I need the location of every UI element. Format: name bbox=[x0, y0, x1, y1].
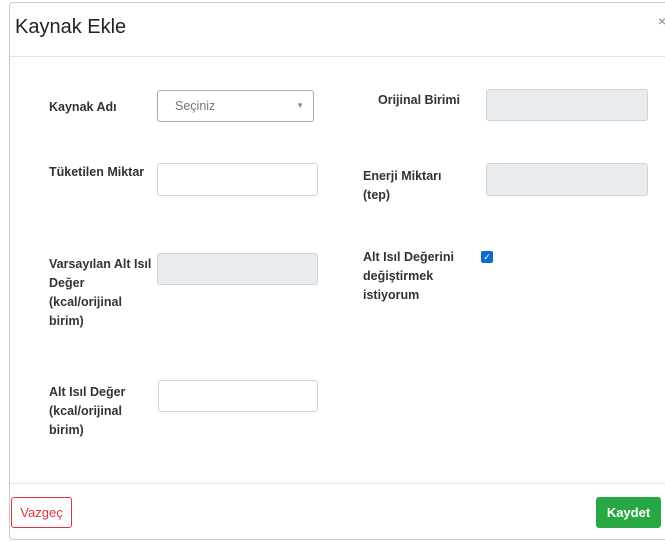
degistir-checkbox-label-line: değiştirmek bbox=[363, 269, 434, 283]
enerji-miktari-label-line: Enerji Miktarı bbox=[363, 169, 442, 183]
varsayilan-alt-isil-field bbox=[157, 253, 318, 285]
checkmark-icon: ✓ bbox=[483, 252, 491, 262]
tuketilen-miktar-label: Tüketilen Miktar bbox=[49, 165, 145, 179]
degistir-checkbox-label: Alt Isıl Değerini değiştirmek istiyorum bbox=[363, 248, 454, 305]
kaynak-adi-label: Kaynak Adı bbox=[49, 100, 117, 114]
varsayilan-alt-isil-label: Varsayılan Alt Isıl Değer (kcal/orijinal… bbox=[49, 255, 151, 331]
degistir-checkbox-label-line: Alt Isıl Değerini bbox=[363, 250, 454, 264]
modal-header: Kaynak Ekle × bbox=[10, 3, 665, 57]
varsayilan-alt-isil-label-line: Değer bbox=[49, 276, 85, 290]
enerji-miktari-label: Enerji Miktarı (tep) bbox=[363, 167, 442, 205]
alt-isil-deger-label-line: birim) bbox=[49, 423, 84, 437]
orijinal-birimi-field bbox=[486, 89, 648, 121]
chevron-down-icon: ▼ bbox=[296, 101, 304, 110]
modal-footer bbox=[10, 483, 665, 542]
degistir-checkbox[interactable]: ✓ bbox=[481, 251, 493, 263]
varsayilan-alt-isil-label-line: (kcal/orijinal bbox=[49, 295, 122, 309]
alt-isil-deger-label-line: Alt Isıl Değer bbox=[49, 385, 126, 399]
orijinal-birimi-label: Orijinal Birimi bbox=[378, 93, 460, 107]
alt-isil-deger-label: Alt Isıl Değer (kcal/orijinal birim) bbox=[49, 383, 125, 440]
alt-isil-deger-field[interactable] bbox=[158, 380, 318, 412]
varsayilan-alt-isil-label-line: Varsayılan Alt Isıl bbox=[49, 257, 152, 271]
kaynak-adi-select-value: Seçiniz bbox=[175, 99, 216, 113]
kaynak-adi-select[interactable]: Seçiniz ▼ bbox=[157, 90, 314, 122]
varsayilan-alt-isil-label-line: birim) bbox=[49, 314, 84, 328]
tuketilen-miktar-field[interactable] bbox=[157, 163, 318, 196]
close-icon[interactable]: × bbox=[658, 13, 665, 29]
alt-isil-deger-label-line: (kcal/orijinal bbox=[49, 404, 122, 418]
enerji-miktari-label-line: (tep) bbox=[363, 188, 391, 202]
enerji-miktari-field bbox=[486, 163, 648, 196]
modal-title: Kaynak Ekle bbox=[15, 16, 127, 38]
cancel-button[interactable]: Vazgeç bbox=[11, 497, 72, 528]
save-button[interactable]: Kaydet bbox=[596, 497, 661, 528]
degistir-checkbox-label-line: istiyorum bbox=[363, 288, 420, 302]
